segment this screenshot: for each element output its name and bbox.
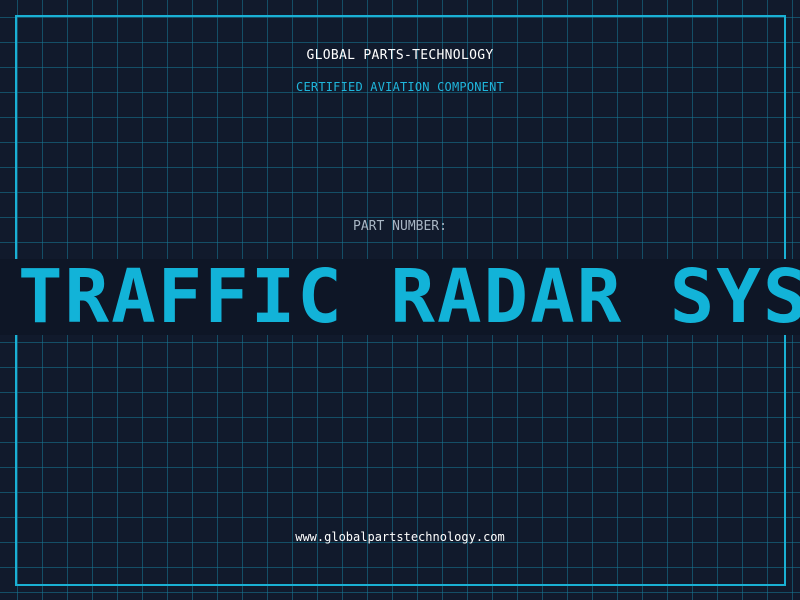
website-url: www.globalpartstechnology.com: [295, 530, 505, 544]
page: { "header": { "company": "GLOBAL PARTS-T…: [0, 0, 800, 600]
part-name: TRAFFIC RADAR SYST: [18, 259, 800, 335]
company-name: GLOBAL PARTS-TECHNOLOGY: [306, 48, 494, 63]
tagline: CERTIFIED AVIATION COMPONENT: [296, 80, 504, 94]
part-name-banner: TRAFFIC RADAR SYST: [0, 259, 800, 335]
part-number-label: PART NUMBER:: [353, 219, 447, 234]
